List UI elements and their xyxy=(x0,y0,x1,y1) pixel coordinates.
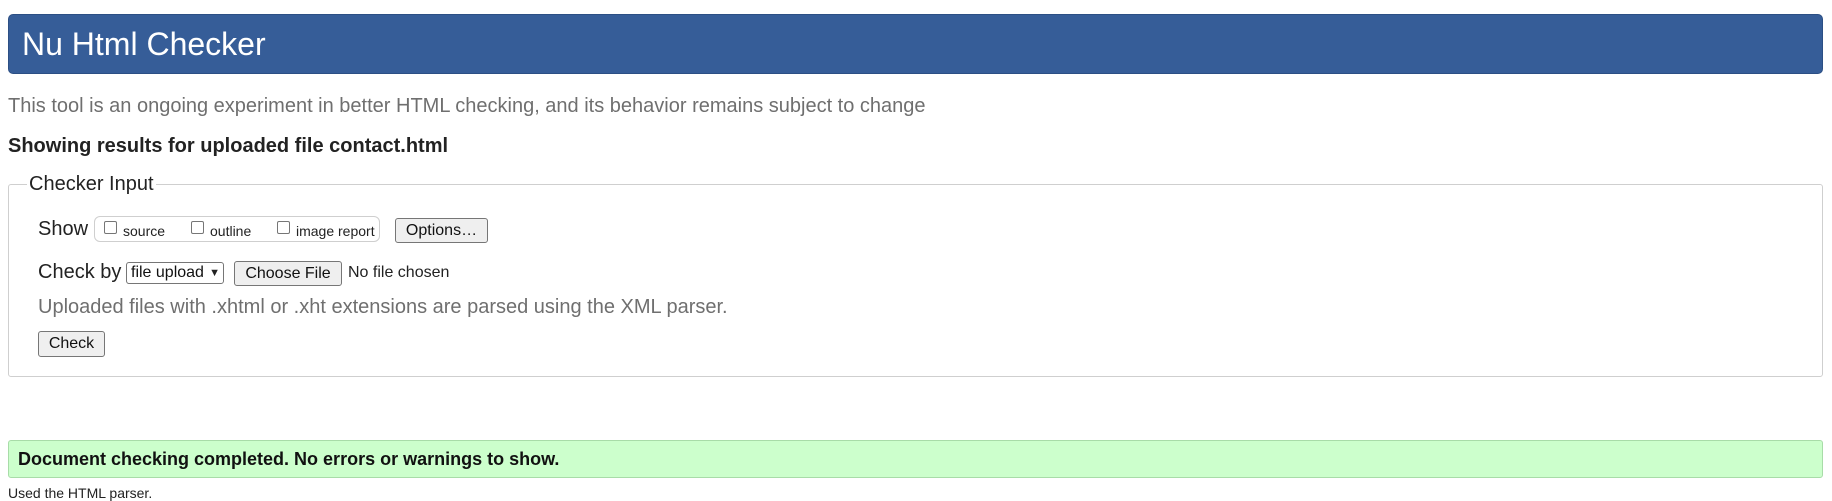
outline-checkbox[interactable] xyxy=(191,221,204,234)
show-label: Show xyxy=(38,218,89,240)
chevron-down-icon: ▼ xyxy=(209,267,220,279)
page-title: Nu Html Checker xyxy=(22,26,266,62)
source-checkbox[interactable] xyxy=(104,221,117,234)
options-button[interactable]: Options… xyxy=(395,218,488,243)
success-message-box: Document checking completed. No errors o… xyxy=(8,440,1823,478)
parser-note: Used the HTML parser. xyxy=(8,485,153,501)
check-button[interactable]: Check xyxy=(38,331,105,357)
check-by-label: Check by xyxy=(38,261,122,283)
image-report-checkbox[interactable] xyxy=(277,221,290,234)
intro-text: This tool is an ongoing experiment in be… xyxy=(8,95,926,117)
choose-file-button[interactable]: Choose File xyxy=(234,261,342,286)
checker-input-legend: Checker Input xyxy=(27,172,156,196)
file-status: No file chosen xyxy=(348,264,450,281)
page-header: Nu Html Checker xyxy=(8,14,1823,74)
success-message: Document checking completed. No errors o… xyxy=(18,449,560,469)
check-by-select[interactable]: file upload ▼ xyxy=(126,262,224,284)
source-checkbox-label[interactable]: source xyxy=(123,223,165,239)
outline-checkbox-label[interactable]: outline xyxy=(210,223,251,239)
check-by-select-value: file upload xyxy=(131,264,204,281)
image-report-checkbox-label[interactable]: image report xyxy=(296,223,375,239)
results-heading: Showing results for uploaded file contac… xyxy=(8,135,449,157)
xml-parser-note: Uploaded files with .xhtml or .xht exten… xyxy=(38,296,728,318)
